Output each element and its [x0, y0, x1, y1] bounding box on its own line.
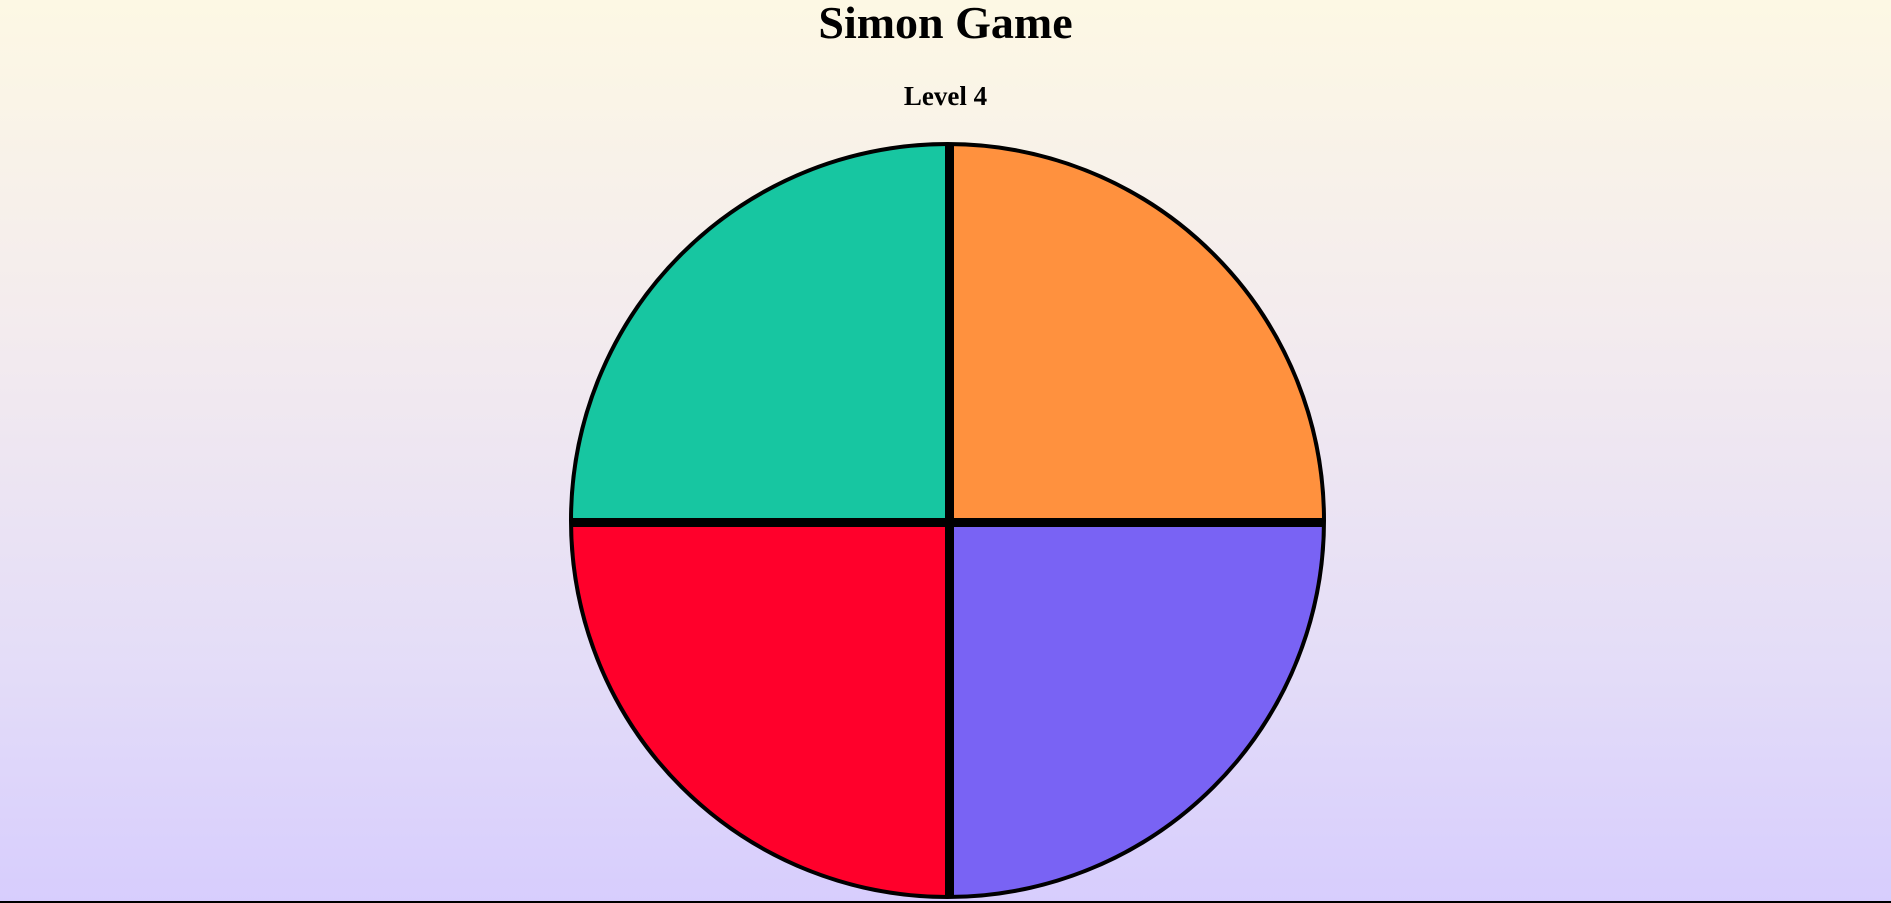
purple-pad[interactable] [954, 527, 1322, 895]
red-pad[interactable] [573, 527, 945, 895]
level-indicator: Level 4 [903, 81, 988, 111]
simon-board [569, 142, 1326, 899]
game-title: Simon Game [818, 0, 1073, 48]
orange-pad[interactable] [954, 146, 1322, 518]
green-pad[interactable] [573, 146, 945, 518]
